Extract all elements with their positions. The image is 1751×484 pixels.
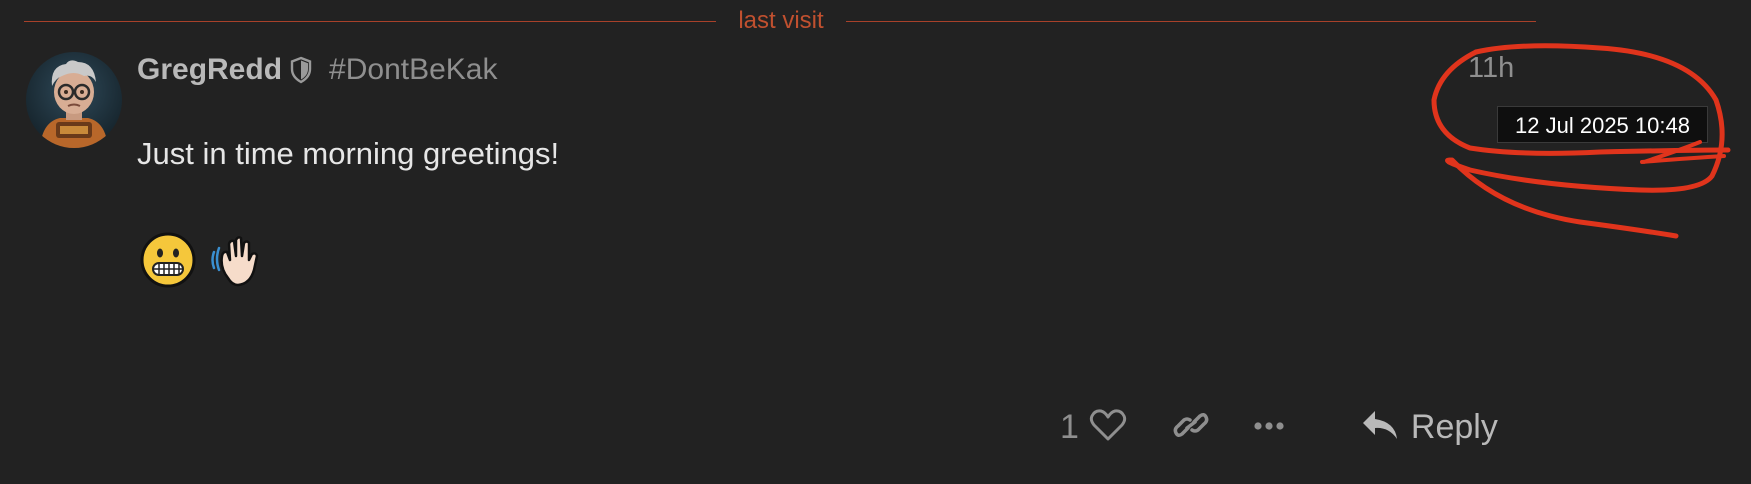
waving-hand-icon	[211, 236, 259, 287]
grinning-face-icon	[140, 232, 196, 288]
post-actions: 1 Reply	[1060, 402, 1498, 452]
reply-arrow-icon	[1361, 408, 1399, 447]
forum-post-view: last visit GregRedd #DontBeKak 11h 12 Ju…	[0, 0, 1751, 484]
post-header: GregRedd #DontBeKak	[137, 50, 497, 90]
divider-line-left	[24, 21, 716, 22]
like-count[interactable]: 1	[1060, 408, 1079, 447]
relative-time-link[interactable]: 11h	[1468, 52, 1514, 85]
link-icon[interactable]	[1173, 409, 1209, 446]
post-body-text: Just in time morning greetings!	[137, 136, 560, 171]
username-link[interactable]: GregRedd	[137, 53, 282, 87]
reply-button[interactable]: Reply	[1317, 408, 1498, 447]
divider-line-right	[846, 21, 1536, 22]
last-visit-label: last visit	[738, 7, 824, 34]
timestamp-tooltip: 12 Jul 2025 10:48	[1497, 106, 1708, 143]
avatar[interactable]	[26, 52, 122, 148]
reply-label: Reply	[1410, 407, 1498, 446]
user-title: #DontBeKak	[329, 53, 498, 86]
ellipsis-icon[interactable]	[1253, 418, 1285, 436]
heart-icon[interactable]	[1089, 408, 1127, 447]
shield-icon	[289, 56, 313, 84]
emoji-row	[140, 232, 264, 288]
